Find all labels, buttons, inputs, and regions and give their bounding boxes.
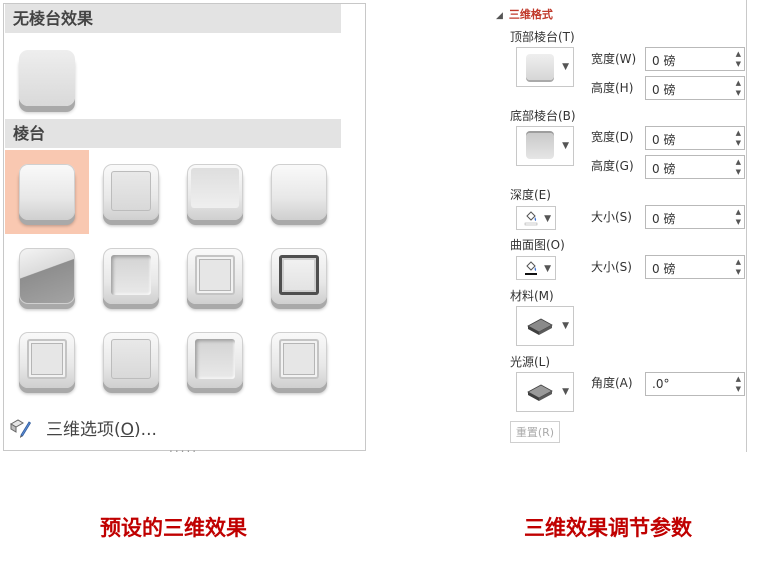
preset-relaxed-inset-preview [103,164,159,220]
preset-soft-round-preview [103,248,159,304]
top-height-label: 高度(H) [591,81,634,95]
preset-angle-preview [19,248,75,304]
reset-button[interactable]: 重置(R) [510,421,560,443]
material-label: 材料(M) [510,289,554,303]
preset-slope[interactable] [257,234,341,318]
bottom-height-value: 0 磅 [652,162,676,176]
spinner-arrows-icon[interactable]: ▲ ▼ [736,207,741,227]
depth-label: 深度(E) [510,188,551,202]
preset-no-bevel[interactable] [5,36,89,120]
preset-circle-preview [19,164,75,220]
preset-angle[interactable] [5,234,89,318]
spinner-arrows-icon[interactable]: ▲ ▼ [736,49,741,69]
no-bevel-preview [19,50,75,106]
preset-hard-edge[interactable] [173,318,257,402]
3d-options-menu-item[interactable]: 三维选项(O)... [8,412,157,442]
material-dropdown[interactable]: ▼ [516,306,574,346]
bottom-width-spinner[interactable]: 0 磅 ▲ ▼ [645,126,745,150]
preset-cool-slant[interactable] [257,150,341,234]
3d-format-section-header[interactable]: ◢ 三维格式 [496,6,553,22]
bottom-width-label: 宽度(D) [591,130,634,144]
preset-art-deco[interactable] [257,318,341,402]
depth-size-spinner[interactable]: 0 磅 ▲ ▼ [645,205,745,229]
top-width-value: 0 磅 [652,54,676,68]
lighting-label: 光源(L) [510,355,551,369]
resize-grip[interactable]: ..... [169,441,198,455]
preset-art-deco-preview [271,332,327,388]
preset-slope-preview [271,248,327,304]
preset-convex-preview [187,248,243,304]
format-3d-pane: ◢ 三维格式 顶部棱台(T) ▼ 宽度(W) 0 磅 ▲ ▼ 高度(H) 0 磅 ▲… [496,0,751,452]
3d-options-label: 三维选项(O)... [46,419,157,440]
top-width-label: 宽度(W) [591,52,637,66]
contour-label: 曲面图(O) [510,238,565,252]
bottom-height-label: 高度(G) [591,159,634,173]
angle-label: 角度(A) [591,376,633,390]
preset-hard-edge-preview [187,332,243,388]
lighting-thumbnail-icon [527,384,553,401]
bottom-height-spinner[interactable]: 0 磅 ▲ ▼ [645,155,745,179]
contour-color-dropdown[interactable]: ▼ [516,256,556,280]
spinner-arrows-icon[interactable]: ▲ ▼ [736,157,741,177]
preset-divot[interactable] [5,318,89,402]
top-bevel-dropdown[interactable]: ▼ [516,47,574,87]
collapse-triangle-icon: ◢ [496,11,503,21]
chevron-down-icon: ▼ [562,62,569,72]
depth-size-label: 大小(S) [591,210,632,224]
bottom-width-value: 0 磅 [652,133,676,147]
preset-riblet-preview [103,332,159,388]
contour-size-value: 0 磅 [652,262,676,276]
spinner-arrows-icon[interactable]: ▲ ▼ [736,78,741,98]
preset-divot-preview [19,332,75,388]
bottom-bevel-label: 底部棱台(B) [510,109,576,123]
paint-bucket-icon [523,210,539,230]
top-height-spinner[interactable]: 0 磅 ▲ ▼ [645,76,745,100]
top-bevel-thumbnail [526,54,554,80]
top-bevel-label: 顶部棱台(T) [510,30,575,44]
depth-size-value: 0 磅 [652,212,676,226]
angle-spinner[interactable]: .0° ▲ ▼ [645,372,745,396]
material-thumbnail-icon [527,318,553,335]
spinner-arrows-icon[interactable]: ▲ ▼ [736,257,741,277]
preset-soft-round[interactable] [89,234,173,318]
contour-size-label: 大小(S) [591,260,632,274]
preset-riblet[interactable] [89,318,173,402]
chevron-down-icon: ▼ [544,264,551,274]
spinner-arrows-icon[interactable]: ▲ ▼ [736,128,741,148]
lighting-dropdown[interactable]: ▼ [516,372,574,412]
chevron-down-icon: ▼ [562,141,569,151]
preset-circle[interactable] [5,150,89,234]
angle-value: .0° [652,377,670,391]
chevron-down-icon: ▼ [562,321,569,331]
preset-cool-slant-preview [271,164,327,220]
preset-convex[interactable] [173,234,257,318]
bottom-bevel-dropdown[interactable]: ▼ [516,126,574,166]
right-caption: 三维效果调节参数 [524,516,692,540]
preset-cross[interactable] [173,150,257,234]
bevel-gallery: 无棱台效果 棱台 三维选项(O)... ..... [3,3,366,455]
3d-options-icon [8,415,32,439]
pane-scrollbar[interactable] [746,0,751,452]
spinner-arrows-icon[interactable]: ▲ ▼ [736,374,741,394]
bevel-section-title: 棱台 [5,119,341,148]
top-width-spinner[interactable]: 0 磅 ▲ ▼ [645,47,745,71]
chevron-down-icon: ▼ [562,387,569,397]
preset-cross-preview [187,164,243,220]
no-bevel-section-title: 无棱台效果 [5,4,341,33]
preset-relaxed-inset[interactable] [89,150,173,234]
paint-bucket-icon [523,260,539,280]
top-height-value: 0 磅 [652,83,676,97]
chevron-down-icon: ▼ [544,214,551,224]
depth-color-dropdown[interactable]: ▼ [516,206,556,230]
left-caption: 预设的三维效果 [100,516,247,540]
contour-size-spinner[interactable]: 0 磅 ▲ ▼ [645,255,745,279]
bottom-bevel-thumbnail [526,133,554,159]
